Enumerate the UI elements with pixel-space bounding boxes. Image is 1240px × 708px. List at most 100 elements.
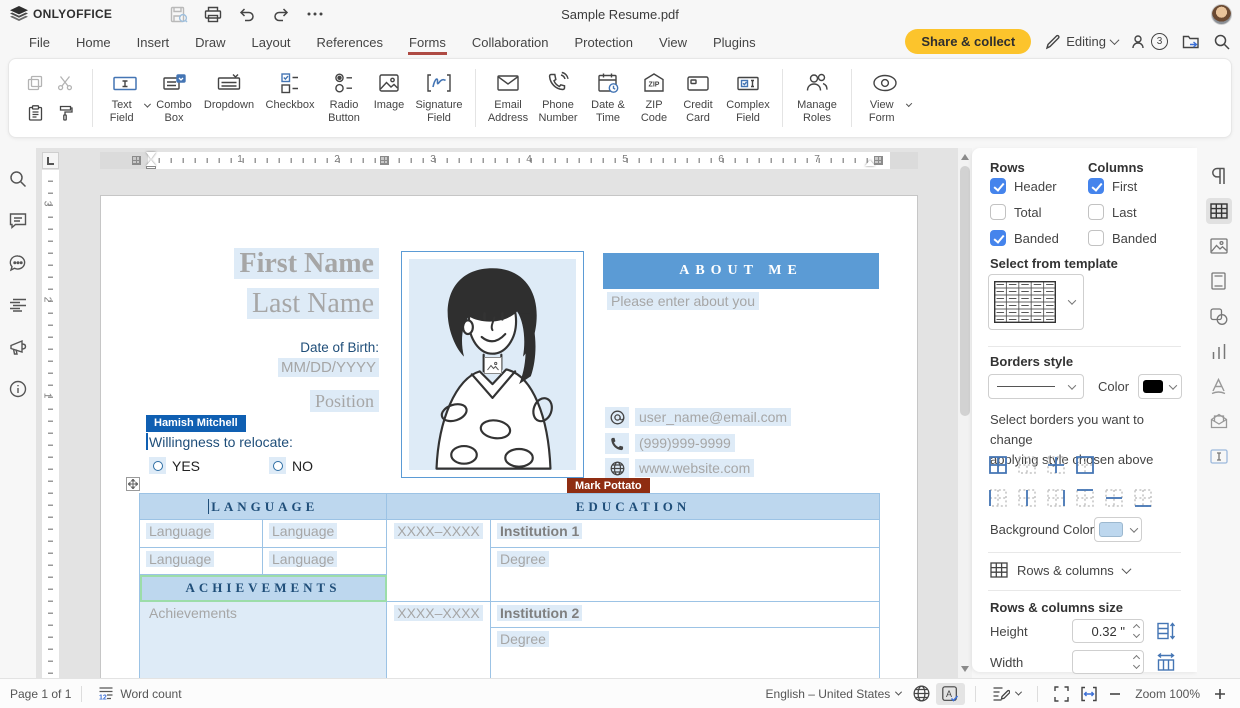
language-cell[interactable]: Language (263, 520, 387, 548)
document-language-selector[interactable]: English – United States (760, 684, 908, 704)
search-panel-button[interactable] (5, 166, 31, 192)
form-settings-button[interactable] (1206, 443, 1232, 469)
share-collect-button[interactable]: Share & collect (905, 29, 1031, 54)
phone-number-button[interactable]: Phone Number (533, 66, 583, 130)
checkbox-header-row[interactable]: Header (990, 178, 1057, 194)
checkbox-total-row[interactable]: Total (990, 204, 1041, 220)
format-painter-button[interactable] (51, 99, 79, 127)
tab-draw[interactable]: Draw (182, 29, 238, 57)
spell-check-toggle[interactable]: A (936, 683, 965, 705)
combo-box-button[interactable]: Combo Box (150, 66, 198, 130)
border-all-button[interactable] (986, 453, 1010, 477)
image-settings-button[interactable] (1206, 233, 1232, 259)
border-none-button[interactable] (1015, 453, 1039, 477)
language-cell[interactable]: Language (140, 548, 263, 575)
column-width-spinner[interactable] (1072, 650, 1144, 674)
date-time-button[interactable]: Date & Time (583, 66, 633, 130)
zoom-in-button[interactable] (1208, 685, 1232, 703)
education-header-cell[interactable]: EDUCATION (387, 494, 880, 520)
about-field[interactable]: Please enter about you (607, 292, 759, 310)
print-icon[interactable] (198, 3, 228, 25)
text-field-button[interactable]: Text Field (100, 66, 150, 130)
more-actions-icon[interactable] (300, 3, 330, 25)
checkbox-banded-rows[interactable]: Banded (990, 230, 1059, 246)
table-settings-button[interactable] (1206, 198, 1232, 224)
save-icon[interactable] (164, 3, 194, 25)
view-form-button[interactable]: View Form (859, 66, 911, 130)
left-indent-marker[interactable] (146, 166, 156, 169)
last-name-field[interactable]: Last Name (141, 286, 379, 322)
pdf-page[interactable]: First Name Last Name Date of Birth: MM/D… (100, 195, 918, 678)
signature-field-button[interactable]: Signature Field (410, 66, 468, 130)
active-users-button[interactable]: 3 (1132, 33, 1168, 50)
navigation-panel-button[interactable] (5, 292, 31, 318)
scroll-up-arrow[interactable] (961, 154, 969, 160)
language-cell[interactable]: Language (263, 548, 387, 575)
tab-file[interactable]: File (16, 29, 63, 57)
table-column-marker[interactable] (132, 156, 141, 165)
table-column-marker[interactable] (380, 156, 389, 165)
undo-icon[interactable] (232, 3, 262, 25)
manage-roles-button[interactable]: Manage Roles (790, 66, 844, 130)
radio-no[interactable]: NO (269, 457, 313, 474)
website-field[interactable]: www.website.com (635, 459, 754, 477)
vertical-ruler[interactable]: 3 2 1 (42, 170, 59, 678)
chat-panel-button[interactable] (5, 250, 31, 276)
tab-layout[interactable]: Layout (239, 29, 304, 57)
border-line-style-selector[interactable] (988, 374, 1084, 399)
photo-image-field[interactable] (401, 251, 584, 478)
zip-code-button[interactable]: ZIP ZIP Code (633, 66, 675, 130)
institution-cell[interactable]: Institution 2 (491, 602, 880, 628)
credit-card-button[interactable]: Credit Card (675, 66, 721, 130)
user-avatar[interactable] (1211, 4, 1232, 25)
zoom-out-button[interactable] (1103, 685, 1127, 703)
mail-merge-button[interactable] (1206, 408, 1232, 434)
background-color-selector[interactable] (1094, 517, 1142, 542)
about-button[interactable] (5, 376, 31, 402)
language-cell[interactable]: Language (140, 520, 263, 548)
email-field[interactable]: user_name@email.com (635, 408, 791, 426)
chart-settings-button[interactable] (1206, 338, 1232, 364)
right-indent-marker[interactable] (865, 160, 875, 166)
period-cell[interactable]: XXXX–XXXX (387, 602, 491, 678)
tab-stop-selector[interactable] (42, 152, 59, 169)
redo-icon[interactable] (266, 3, 296, 25)
search-button[interactable] (1214, 34, 1230, 50)
table-column-marker[interactable] (874, 156, 883, 165)
rows-columns-menu[interactable]: Rows & columns (990, 562, 1130, 578)
image-button[interactable]: Image (368, 66, 410, 130)
tab-protection[interactable]: Protection (561, 29, 646, 57)
row-height-spinner[interactable]: 0.32 " (1072, 619, 1144, 643)
fit-page-button[interactable] (1048, 683, 1075, 705)
degree-cell[interactable]: Degree (491, 548, 880, 602)
zoom-level[interactable]: Zoom 100% (1127, 687, 1208, 701)
border-center-horizontal-button[interactable] (1102, 486, 1126, 510)
scrollbar-thumb[interactable] (960, 166, 970, 416)
checkbox-banded-columns[interactable]: Banded (1088, 230, 1157, 246)
page-count[interactable]: Page 1 of 1 (0, 687, 71, 701)
cut-button[interactable] (51, 69, 79, 97)
tab-home[interactable]: Home (63, 29, 124, 57)
phone-field[interactable]: (999)999-9999 (635, 434, 735, 452)
tab-insert[interactable]: Insert (124, 29, 183, 57)
shape-settings-button[interactable] (1206, 303, 1232, 329)
border-left-button[interactable] (986, 486, 1010, 510)
resume-table[interactable]: LANGUAGE EDUCATION Language Language XXX… (139, 493, 880, 678)
track-changes-button[interactable] (986, 683, 1027, 704)
dropdown-button[interactable]: Dropdown (198, 66, 260, 130)
text-art-settings-button[interactable] (1206, 373, 1232, 399)
achievements-cell[interactable]: Achievements (140, 602, 387, 678)
border-color-selector[interactable] (1138, 374, 1182, 399)
scroll-down-arrow[interactable] (961, 666, 969, 672)
header-footer-settings-button[interactable] (1206, 268, 1232, 294)
first-line-indent-marker[interactable] (146, 152, 156, 159)
institution-cell[interactable]: Institution 1 (491, 520, 880, 548)
language-header-cell[interactable]: LANGUAGE (140, 494, 387, 520)
complex-field-button[interactable]: Complex Field (721, 66, 775, 130)
checkbox-last-column[interactable]: Last (1088, 204, 1137, 220)
border-bottom-button[interactable] (1131, 486, 1155, 510)
border-right-button[interactable] (1044, 486, 1068, 510)
checkbox-first-column[interactable]: First (1088, 178, 1137, 194)
tab-references[interactable]: References (304, 29, 396, 57)
radio-button-button[interactable]: Radio Button (320, 66, 368, 130)
